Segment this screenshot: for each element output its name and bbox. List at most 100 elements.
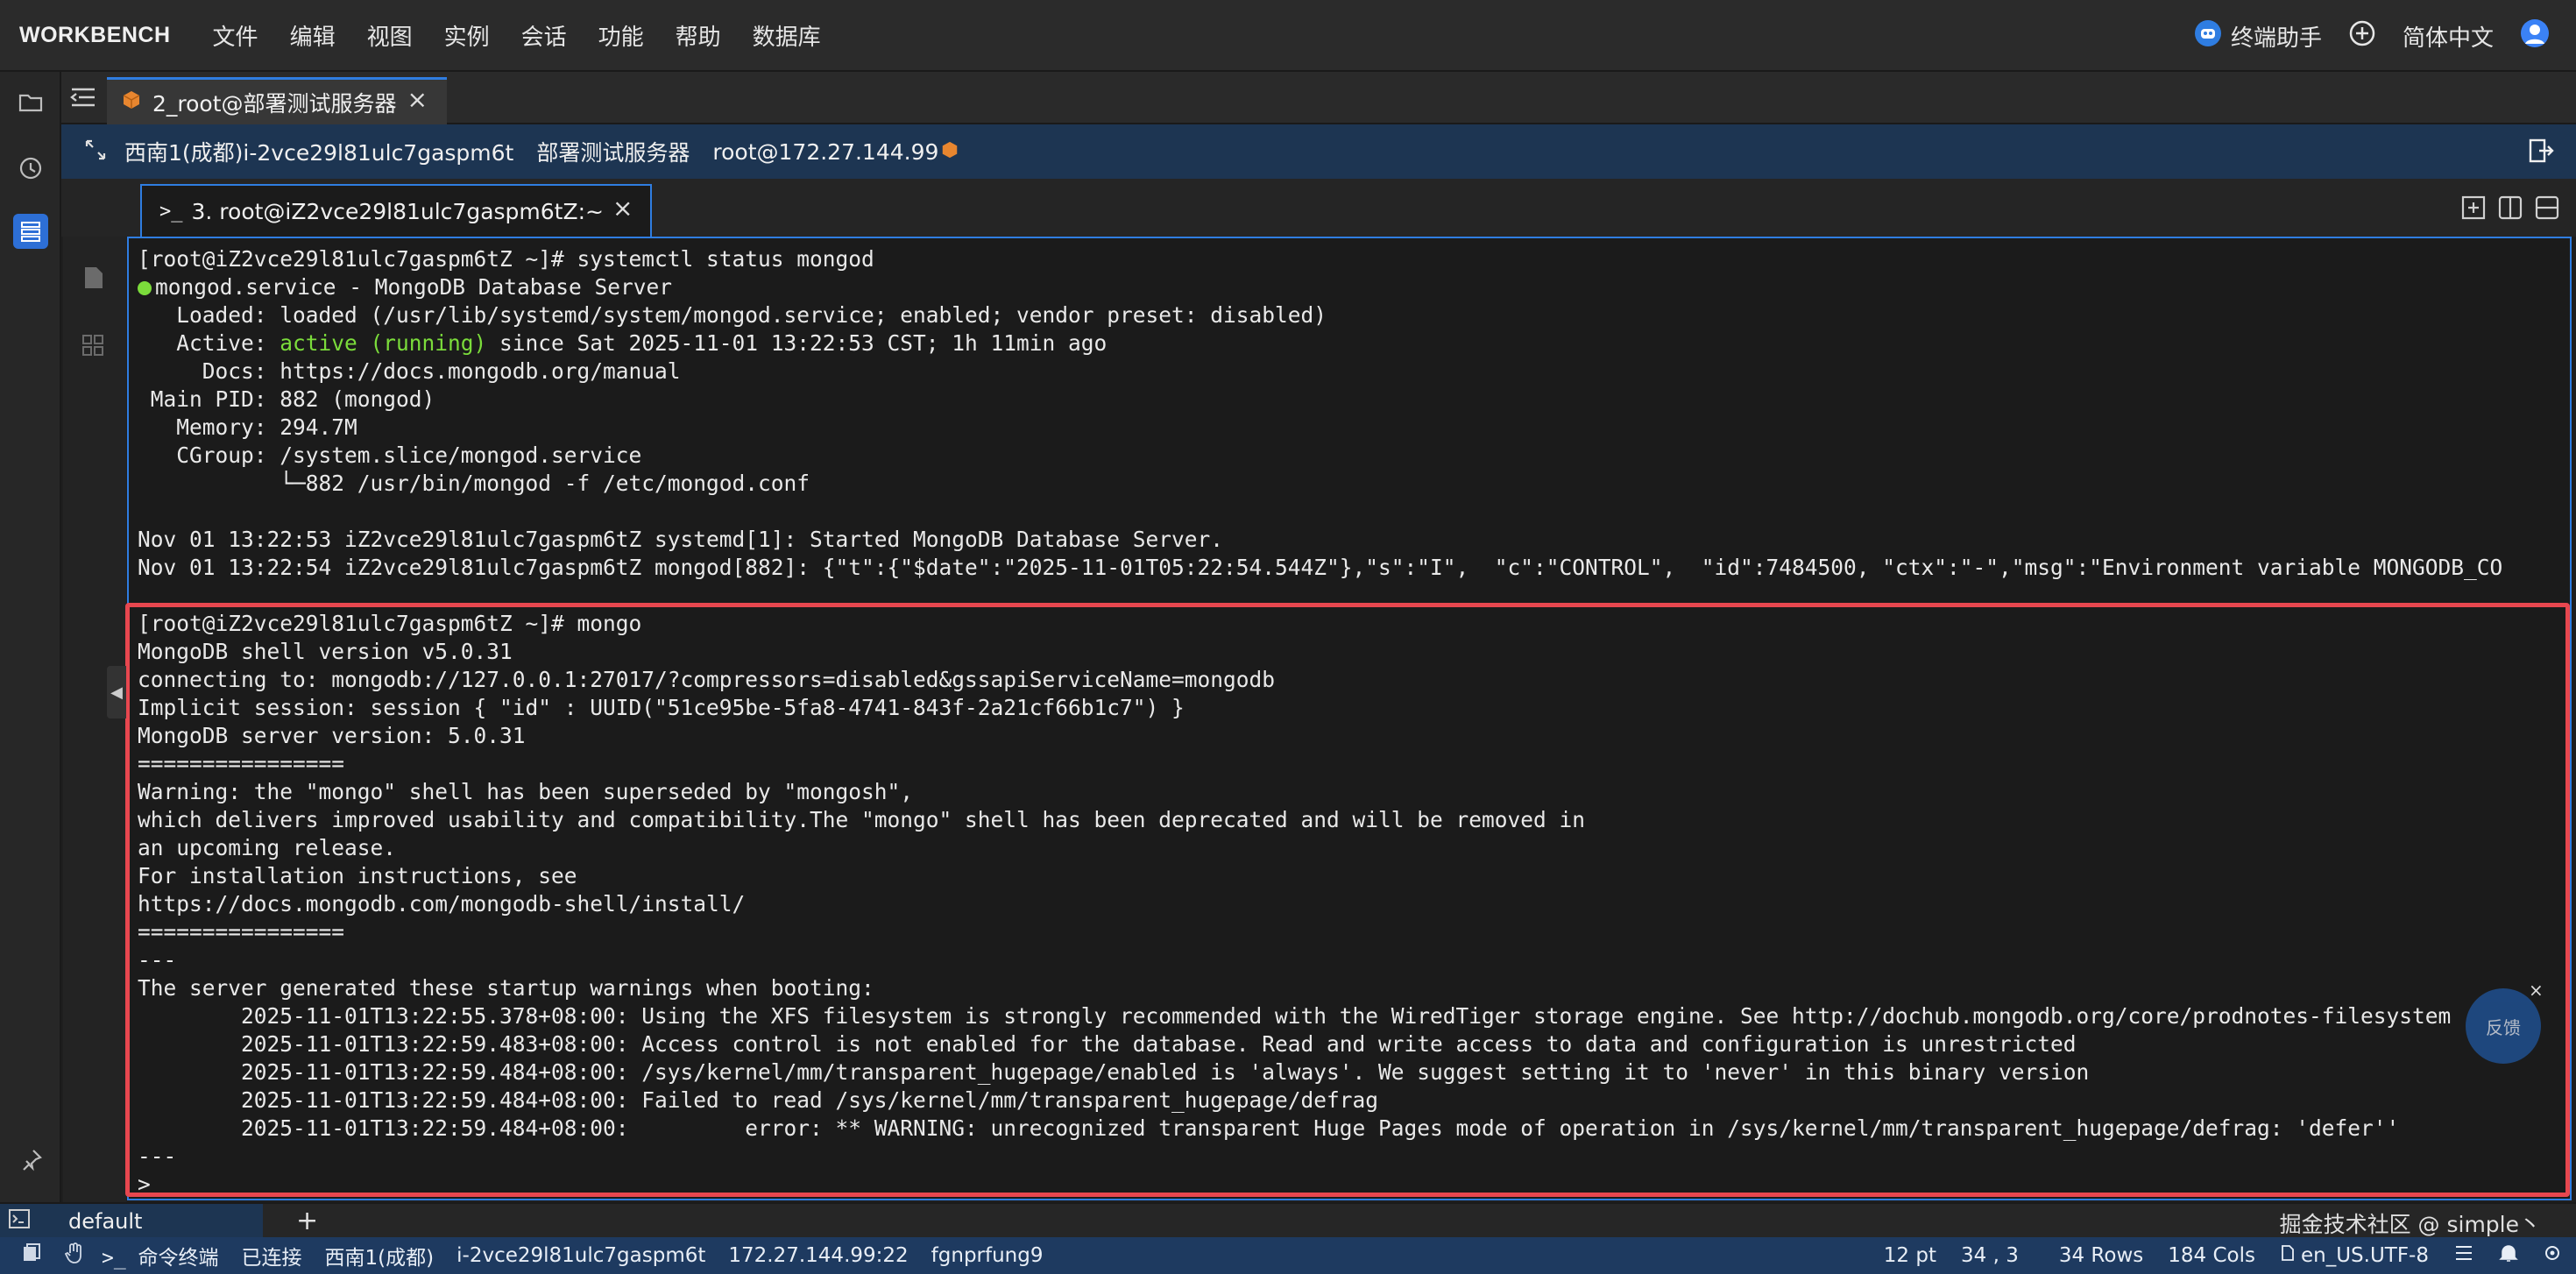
tab-server-session[interactable]: 2_root@部署测试服务器 × (107, 77, 447, 124)
menu-instance[interactable]: 实例 (444, 19, 490, 52)
status-encoding[interactable]: en_US.UTF-8 (2280, 1243, 2429, 1268)
terminal-line: ================ (138, 919, 345, 945)
expand-icon[interactable] (84, 138, 107, 165)
active-status: active (running) (280, 330, 487, 356)
bottom-session-bar: default + 掘金技术社区 @ simple丶 (0, 1202, 2576, 1239)
server-cube-icon (121, 89, 142, 116)
split-controls (2460, 195, 2560, 224)
terminal-line: 2025-11-01T13:22:59.483+08:00: Access co… (138, 1031, 2077, 1057)
terminal-line: Main PID: 882 (mongod) (138, 386, 435, 412)
sessions-icon[interactable] (13, 214, 48, 249)
tab-label: 2_root@部署测试服务器 (152, 90, 397, 117)
terminal-line: Warning: the "mongo" shell has been supe… (138, 779, 914, 804)
terminal-line: MongoDB server version: 5.0.31 (138, 723, 526, 748)
exit-icon[interactable] (2527, 137, 2555, 168)
session-server-name: 部署测试服务器 (536, 140, 690, 166)
feedback-close-icon[interactable]: × (2529, 980, 2544, 1001)
terminal-line: 2025-11-01T13:22:59.484+08:00: Failed to… (138, 1087, 1379, 1113)
server-cube-icon (940, 139, 959, 165)
status-code: fgnprfung9 (931, 1244, 1044, 1267)
language-label: 简体中文 (2402, 25, 2494, 52)
terminal-tab[interactable]: >_ 3. root@iZ2vce29l81ulc7gaspm6tZ:~ × (140, 184, 653, 237)
status-connected: 已连接 (241, 1247, 302, 1270)
service-name: mongod.service - MongoDB Database Server (155, 274, 673, 300)
new-pane-icon[interactable] (2460, 195, 2487, 224)
terminal-line: The server generated these startup warni… (138, 975, 874, 1001)
menu-bar: WORKBENCH 文件 编辑 视图 实例 会话 功能 帮助 数据库 终端助手 … (0, 0, 2576, 72)
terminal-icon (9, 1209, 30, 1234)
status-address: 172.27.144.99:22 (728, 1244, 909, 1267)
bell-icon[interactable] (2499, 1242, 2518, 1269)
tab-list-icon[interactable] (68, 84, 98, 114)
assistant-button[interactable]: 终端助手 (2194, 19, 2322, 53)
session-default-tab[interactable]: default (0, 1204, 263, 1239)
menu-help[interactable]: 帮助 (676, 19, 721, 52)
terminal-tabs: >_ 3. root@iZ2vce29l81ulc7gaspm6tZ:~ × (61, 179, 2576, 237)
history-icon[interactable] (13, 151, 48, 186)
menu-function[interactable]: 功能 (598, 19, 644, 52)
user-avatar[interactable] (2520, 18, 2550, 54)
status-terminal: >_ 命令终端 (102, 1241, 219, 1270)
layout-icon[interactable] (21, 1242, 42, 1269)
collapse-arrow-icon[interactable]: ◀ (107, 666, 126, 718)
terminal-line: Loaded: loaded (/usr/lib/systemd/system/… (138, 302, 1327, 328)
terminal-line: --- (138, 1143, 177, 1169)
terminal-line: Active: active (running) since Sat 2025-… (138, 329, 1107, 357)
terminal-line: MongoDB shell version v5.0.31 (138, 639, 513, 664)
robot-icon (2194, 19, 2222, 53)
menu-view[interactable]: 视图 (367, 19, 413, 52)
terminal-line: CGroup: /system.slice/mongod.service (138, 442, 642, 468)
terminal-prompt: > (138, 1171, 151, 1197)
user-host-text: root@172.27.144.99 (712, 138, 939, 165)
status-rows: 34 Rows (2058, 1244, 2144, 1267)
session-default-label: default (68, 1209, 143, 1234)
split-vertical-icon[interactable] (2497, 195, 2523, 224)
terminal-tab-label: 3. root@iZ2vce29l81ulc7gaspm6tZ:~ (191, 198, 604, 224)
terminal-output[interactable]: [root@iZ2vce29l81ulc7gaspm6tZ ~]# system… (127, 237, 2572, 1200)
add-button[interactable] (2348, 19, 2376, 53)
status-cursor: 34 , 3 (1961, 1244, 2019, 1267)
terminal-line: Implicit session: session { "id" : UUID(… (138, 695, 1185, 720)
menu-database[interactable]: 数据库 (753, 19, 821, 52)
split-horizontal-icon[interactable] (2534, 195, 2560, 224)
file-icon[interactable] (82, 265, 105, 294)
session-info-bar: 西南1(成都)i-2vce29l81ulc7gaspm6t 部署测试服务器 ro… (61, 124, 2576, 179)
feedback-label: 反馈 (2486, 1016, 2521, 1038)
menu-edit[interactable]: 编辑 (290, 19, 336, 52)
folder-icon[interactable] (13, 84, 48, 119)
terminal-tab-close-icon[interactable]: × (612, 194, 633, 223)
settings-icon[interactable] (2543, 1243, 2562, 1268)
language-button[interactable]: 简体中文 (2403, 20, 2494, 53)
status-bar-right: 12 pt 34 , 3 34 Rows 184 Cols en_US.UTF-… (1884, 1237, 2562, 1274)
encoding-label: en_US.UTF-8 (2300, 1244, 2429, 1267)
status-bar: >_ 命令终端 已连接 西南1(成都) i-2vce29l81ulc7gaspm… (0, 1237, 2576, 1274)
tool-column (63, 124, 126, 1202)
terminal-line: [root@iZ2vce29l81ulc7gaspm6tZ ~]# system… (138, 246, 874, 272)
watermark: 掘金技术社区 @ simple丶 (2279, 1212, 2541, 1237)
terminal-line: 2025-11-01T13:22:55.378+08:00: Using the… (138, 1003, 2452, 1029)
grid-icon[interactable] (81, 333, 105, 361)
status-instance: i-2vce29l81ulc7gaspm6t (456, 1244, 706, 1267)
terminal-line: Memory: 294.7M (138, 414, 357, 440)
status-font-size[interactable]: 12 pt (1884, 1244, 1936, 1267)
terminal-line: Docs: https://docs.mongodb.org/manual (138, 358, 681, 384)
user-icon (2520, 18, 2550, 54)
session-region-instance: 西南1(成都)i-2vce29l81ulc7gaspm6t (124, 140, 514, 166)
pin-icon[interactable] (13, 1143, 48, 1178)
session-user-host: root@172.27.144.99 (712, 139, 959, 165)
plus-circle-icon (2348, 19, 2376, 53)
active-prefix: Active: (138, 330, 280, 356)
terminal-line: └─882 /usr/bin/mongod -f /etc/mongod.con… (138, 471, 810, 496)
menu-session[interactable]: 会话 (521, 19, 567, 52)
encoding-icon (2280, 1243, 2297, 1268)
menu-file[interactable]: 文件 (213, 19, 258, 52)
tab-close-icon[interactable]: × (407, 85, 428, 114)
menu-lines-icon[interactable] (2453, 1243, 2474, 1268)
terminal-line: an upcoming release. (138, 835, 397, 860)
prompt-icon: >_ (102, 1247, 138, 1270)
hand-icon[interactable] (64, 1242, 84, 1269)
terminal-line: [root@iZ2vce29l81ulc7gaspm6tZ ~]# mongo (138, 611, 642, 636)
status-region: 西南1(成都) (324, 1247, 435, 1270)
terminal-line: For installation instructions, see (138, 863, 577, 888)
add-session-button[interactable]: + (296, 1206, 318, 1236)
